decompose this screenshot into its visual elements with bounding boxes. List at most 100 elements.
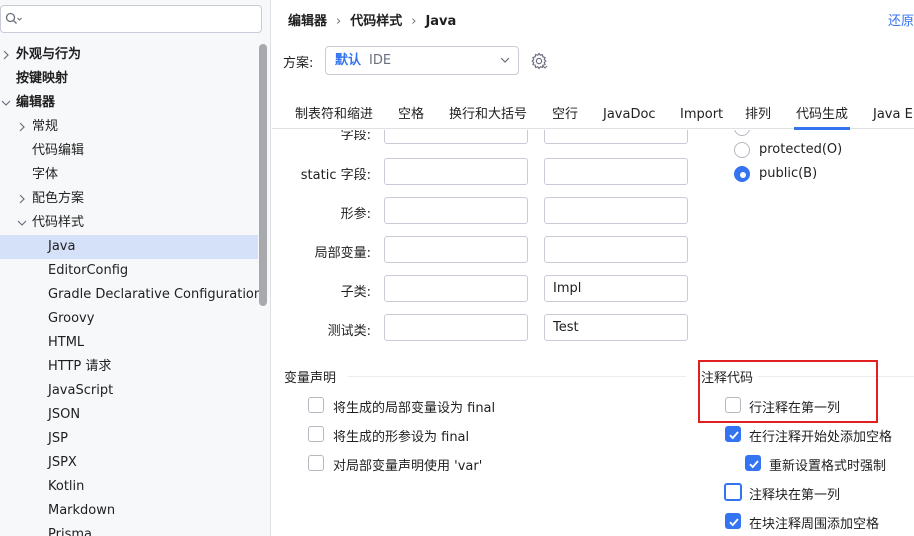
radio-public[interactable] <box>734 166 750 182</box>
tree-item-label: 代码编辑 <box>32 143 85 158</box>
tree-item-label: 字体 <box>32 167 59 182</box>
checkbox-label: 重新设置格式时强制 <box>769 459 887 474</box>
chevron-right-icon[interactable] <box>0 43 12 67</box>
scheme-name: 默认 <box>335 53 362 68</box>
tree-item-markdown[interactable]: Markdown <box>0 499 258 523</box>
static-field-suffix-input[interactable] <box>544 158 688 185</box>
radio-hidden[interactable] <box>734 130 750 136</box>
tree-item-label: JSON <box>48 407 81 422</box>
tab-java-el[interactable]: Java El <box>873 104 914 129</box>
tab-arrangement[interactable]: 排列 <box>745 104 771 129</box>
tab-blank-lines[interactable]: 空行 <box>552 104 578 129</box>
final-parameter-checkbox[interactable] <box>308 426 324 442</box>
tree-item-label: JSPX <box>48 455 77 470</box>
field-suffix-input[interactable] <box>544 130 688 144</box>
add-space-block-comment-checkbox[interactable] <box>725 513 741 529</box>
test-class-suffix-input[interactable]: Test <box>544 314 688 341</box>
static-field-prefix-input[interactable] <box>384 158 528 185</box>
field-label: 测试类: <box>327 324 371 339</box>
tree-item-label: 按键映射 <box>16 71 69 86</box>
settings-sidebar: 外观与行为 按键映射 编辑器 常规 代码编辑 字体 配色方案 代码样式 Java… <box>0 0 271 536</box>
breadcrumb: 编辑器 › 代码样式 › Java <box>288 10 456 29</box>
tree-item-appearance[interactable]: 外观与行为 <box>0 43 258 67</box>
field-label: 字段: <box>340 130 371 143</box>
tree-item-general[interactable]: 常规 <box>0 115 258 139</box>
settings-search-field[interactable] <box>23 9 257 29</box>
final-local-variable-checkbox[interactable] <box>308 397 324 413</box>
tree-item-keymap[interactable]: 按键映射 <box>0 67 258 91</box>
tree-item-label: Groovy <box>48 311 95 326</box>
tree-item-label: 外观与行为 <box>16 47 82 62</box>
radio-label: protected(O) <box>759 142 843 157</box>
radio-label: public(B) <box>759 166 818 181</box>
field-prefix-input[interactable] <box>384 130 528 144</box>
sidebar-scrollbar[interactable] <box>259 44 267 306</box>
annotation-highlight-box <box>698 360 878 423</box>
tab-wrapping-braces[interactable]: 换行和大括号 <box>449 104 527 129</box>
search-icon <box>5 12 22 24</box>
tree-item-jspx[interactable]: JSPX <box>0 451 258 475</box>
tab-import[interactable]: Import <box>680 104 723 129</box>
tree-item-http-request[interactable]: HTTP 请求 <box>0 355 258 379</box>
reset-link[interactable]: 还原 <box>888 10 914 29</box>
block-comment-first-column-checkbox[interactable] <box>724 483 742 501</box>
tree-item-font[interactable]: 字体 <box>0 163 258 187</box>
checkbox-label: 将生成的局部变量设为 final <box>333 401 496 416</box>
checkbox-label: 在行注释开始处添加空格 <box>749 430 893 445</box>
breadcrumb-separator: › <box>336 14 342 29</box>
gear-icon[interactable] <box>530 52 548 70</box>
tree-item-json[interactable]: JSON <box>0 403 258 427</box>
subclass-suffix-input[interactable]: Impl <box>544 275 688 302</box>
tree-item-groovy[interactable]: Groovy <box>0 307 258 331</box>
naming-fields: 字段: static 字段: 形参: 局部变量: 子类: Impl 测试类: T… <box>272 130 692 350</box>
scheme-dropdown[interactable]: 默认 IDE <box>325 46 519 75</box>
settings-search-input[interactable] <box>0 5 262 33</box>
tree-item-label: Gradle Declarative Configuration <box>48 287 263 302</box>
tab-spaces[interactable]: 空格 <box>398 104 424 129</box>
field-label: static 字段: <box>300 168 371 183</box>
chevron-right-icon[interactable] <box>16 115 28 139</box>
scheme-label: 方案: <box>283 56 314 71</box>
tab-javadoc[interactable]: JavaDoc <box>603 104 656 129</box>
checkbox-label: 在块注释周围添加空格 <box>749 517 880 532</box>
tree-item-prisma[interactable]: Prisma <box>0 523 258 536</box>
use-var-checkbox[interactable] <box>308 455 324 471</box>
tree-item-gradle-declarative[interactable]: Gradle Declarative Configuration <box>0 283 262 307</box>
chevron-down-icon <box>500 57 510 63</box>
tree-item-label: 常规 <box>32 119 59 134</box>
test-class-prefix-input[interactable] <box>384 314 528 341</box>
checkbox-label: 将生成的形参设为 final <box>333 430 470 445</box>
chevron-right-icon[interactable] <box>16 187 28 211</box>
radio-protected[interactable] <box>734 142 750 158</box>
tab-tabs-indents[interactable]: 制表符和缩进 <box>295 104 373 129</box>
tree-item-kotlin[interactable]: Kotlin <box>0 475 258 499</box>
tree-item-editor[interactable]: 编辑器 <box>0 91 258 115</box>
chevron-down-icon[interactable] <box>0 91 12 115</box>
checkmark-icon <box>729 431 739 440</box>
tree-item-html[interactable]: HTML <box>0 331 258 355</box>
tree-item-code-editing[interactable]: 代码编辑 <box>0 139 258 163</box>
section-divider <box>348 376 686 377</box>
breadcrumb-item: 代码样式 <box>350 14 403 29</box>
tree-item-java[interactable]: Java <box>0 235 258 259</box>
tab-code-generation[interactable]: 代码生成 <box>793 104 851 130</box>
enforce-on-reformat-checkbox[interactable] <box>745 455 761 471</box>
chevron-down-icon[interactable] <box>16 211 28 235</box>
tree-item-color-scheme[interactable]: 配色方案 <box>0 187 258 211</box>
tree-item-code-style[interactable]: 代码样式 <box>0 211 258 235</box>
local-variable-suffix-input[interactable] <box>544 236 688 263</box>
tree-item-javascript[interactable]: JavaScript <box>0 379 258 403</box>
settings-tree: 外观与行为 按键映射 编辑器 常规 代码编辑 字体 配色方案 代码样式 Java… <box>0 43 262 536</box>
tree-item-label: HTTP 请求 <box>48 359 112 374</box>
tree-item-jsp[interactable]: JSP <box>0 427 258 451</box>
parameter-prefix-input[interactable] <box>384 197 528 224</box>
tree-item-editorconfig[interactable]: EditorConfig <box>0 259 258 283</box>
tree-item-label: 编辑器 <box>16 95 56 110</box>
parameter-suffix-input[interactable] <box>544 197 688 224</box>
local-variable-prefix-input[interactable] <box>384 236 528 263</box>
field-label: 子类: <box>340 285 371 300</box>
add-space-line-comment-checkbox[interactable] <box>725 426 741 442</box>
subclass-prefix-input[interactable] <box>384 275 528 302</box>
breadcrumb-item: 编辑器 <box>288 14 328 29</box>
tree-item-label: Kotlin <box>48 479 85 494</box>
